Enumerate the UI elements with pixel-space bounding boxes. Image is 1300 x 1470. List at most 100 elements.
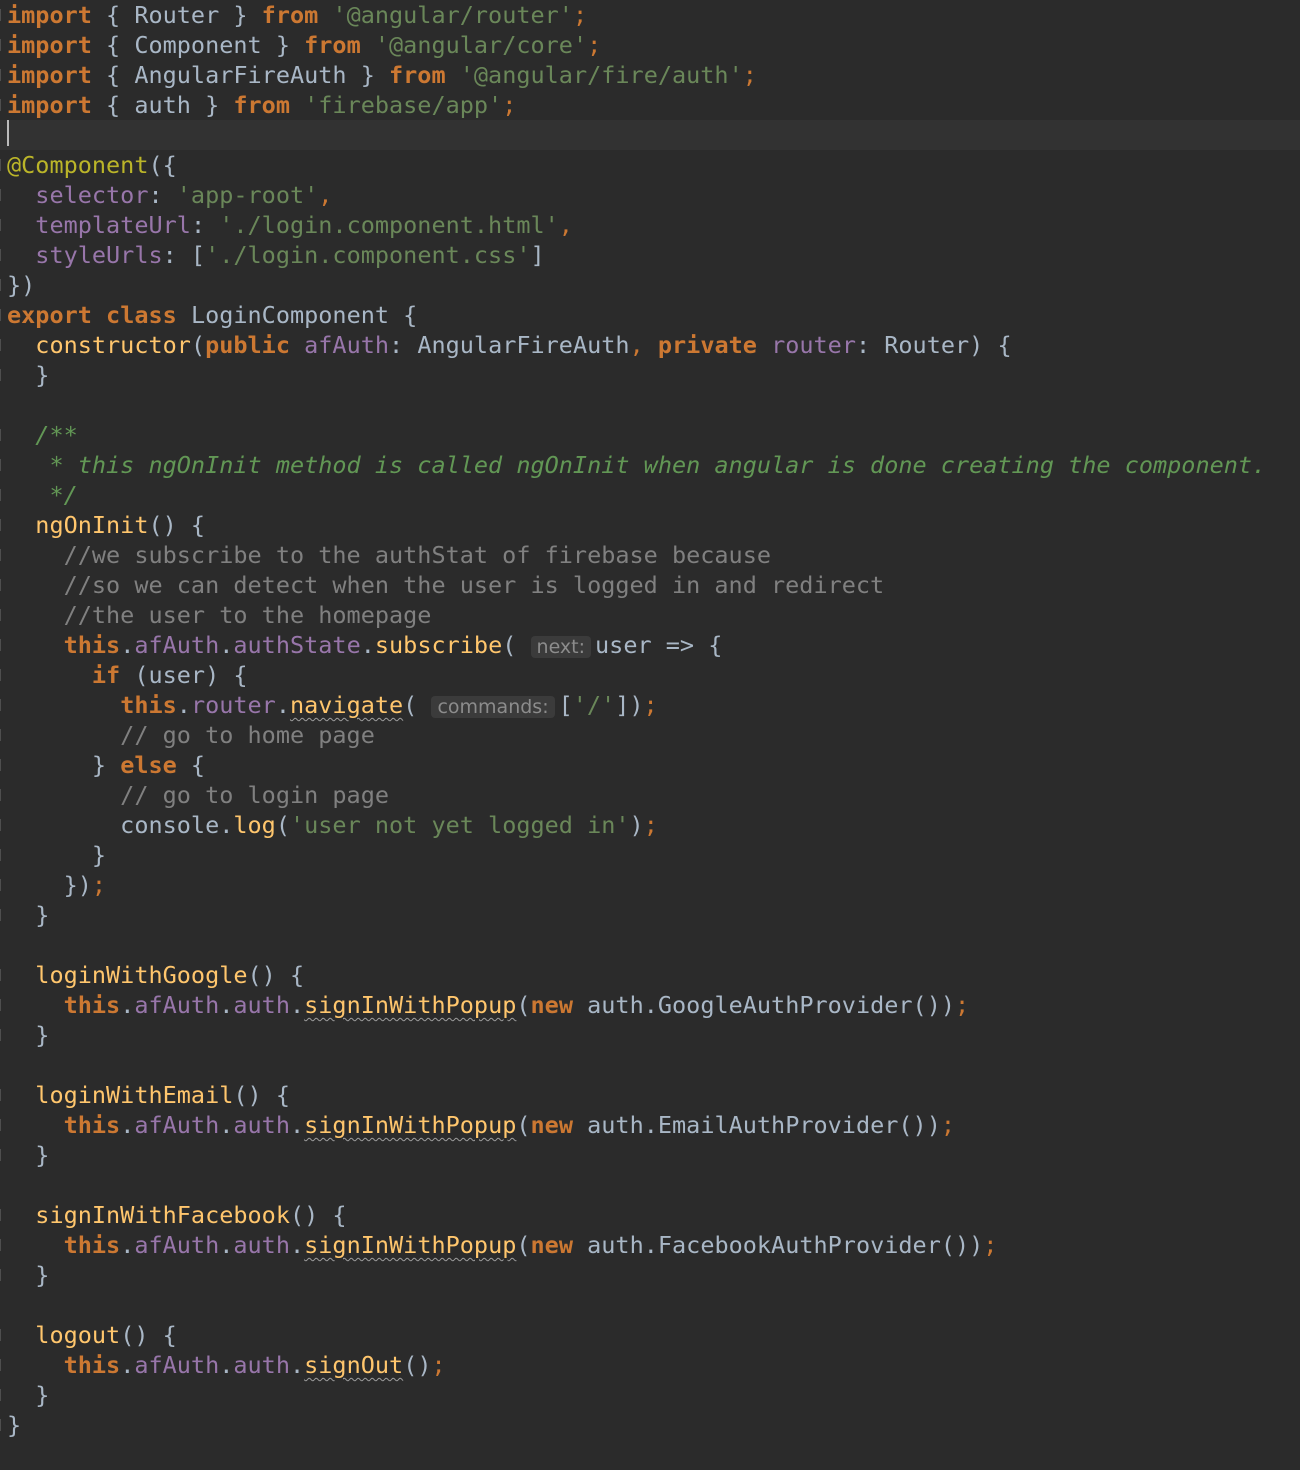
code-token: ,: [318, 181, 333, 209]
code-line[interactable]: loginWithGoogle() {: [0, 960, 1300, 990]
code-line[interactable]: }: [0, 900, 1300, 930]
code-line[interactable]: [0, 930, 1300, 960]
fold-marker[interactable]: [0, 909, 4, 921]
code-line[interactable]: }: [0, 360, 1300, 390]
fold-marker[interactable]: [0, 429, 4, 441]
fold-marker[interactable]: [0, 99, 4, 111]
fold-marker[interactable]: [0, 219, 4, 231]
code-line[interactable]: // go to home page: [0, 720, 1300, 750]
fold-marker[interactable]: [0, 309, 4, 321]
code-token: auth: [233, 1111, 290, 1139]
fold-marker[interactable]: [0, 1239, 4, 1251]
code-token: ;: [983, 1231, 998, 1259]
code-line[interactable]: });: [0, 870, 1300, 900]
code-line[interactable]: //the user to the homepage: [0, 600, 1300, 630]
code-line[interactable]: selector: 'app-root',: [0, 180, 1300, 210]
fold-marker[interactable]: [0, 1419, 4, 1431]
fold-marker[interactable]: [0, 669, 4, 681]
fold-marker[interactable]: [0, 1089, 4, 1101]
fold-marker[interactable]: [0, 1209, 4, 1221]
code-line[interactable]: [0, 1050, 1300, 1080]
code-line[interactable]: this.afAuth.auth.signInWithPopup(new aut…: [0, 1230, 1300, 1260]
fold-marker[interactable]: [0, 849, 4, 861]
code-line[interactable]: }: [0, 1140, 1300, 1170]
fold-marker[interactable]: [0, 1119, 4, 1131]
code-line[interactable]: import { auth } from 'firebase/app';: [0, 90, 1300, 120]
code-token: auth: [233, 991, 290, 1019]
code-line[interactable]: //we subscribe to the authStat of fireba…: [0, 540, 1300, 570]
code-line[interactable]: @Component({: [0, 150, 1300, 180]
fold-marker[interactable]: [0, 699, 4, 711]
code-line[interactable]: [0, 120, 1300, 150]
fold-marker[interactable]: [0, 459, 4, 471]
code-line[interactable]: import { Router } from '@angular/router'…: [0, 0, 1300, 30]
fold-marker[interactable]: [0, 789, 4, 801]
code-line[interactable]: import { AngularFireAuth } from '@angula…: [0, 60, 1300, 90]
code-line[interactable]: }: [0, 1020, 1300, 1050]
code-line[interactable]: // go to login page: [0, 780, 1300, 810]
code-line[interactable]: }: [0, 1380, 1300, 1410]
code-line[interactable]: [0, 1170, 1300, 1200]
fold-marker[interactable]: [0, 1329, 4, 1341]
fold-marker[interactable]: [0, 69, 4, 81]
fold-marker[interactable]: [0, 9, 4, 21]
code-line[interactable]: this.router.navigate( commands: ['/']);: [0, 690, 1300, 720]
fold-marker[interactable]: [0, 489, 4, 501]
fold-marker[interactable]: [0, 609, 4, 621]
fold-marker[interactable]: [0, 819, 4, 831]
code-line[interactable]: * this ngOnInit method is called ngOnIni…: [0, 450, 1300, 480]
fold-marker[interactable]: [0, 999, 4, 1011]
fold-marker[interactable]: [0, 1269, 4, 1281]
fold-marker[interactable]: [0, 1359, 4, 1371]
fold-marker[interactable]: [0, 189, 4, 201]
code-line[interactable]: //so we can detect when the user is logg…: [0, 570, 1300, 600]
fold-marker[interactable]: [0, 279, 4, 291]
fold-marker[interactable]: [0, 879, 4, 891]
code-line[interactable]: loginWithEmail() {: [0, 1080, 1300, 1110]
fold-marker[interactable]: [0, 549, 4, 561]
code-token: export: [7, 301, 92, 329]
code-line[interactable]: } else {: [0, 750, 1300, 780]
code-line[interactable]: this.afAuth.auth.signInWithPopup(new aut…: [0, 1110, 1300, 1140]
code-token: afAuth: [134, 991, 220, 1019]
fold-marker[interactable]: [0, 1029, 4, 1041]
fold-marker[interactable]: [0, 159, 4, 171]
fold-marker[interactable]: [0, 519, 4, 531]
fold-marker[interactable]: [0, 39, 4, 51]
code-line[interactable]: ngOnInit() {: [0, 510, 1300, 540]
code-line[interactable]: [0, 1290, 1300, 1320]
code-line[interactable]: /**: [0, 420, 1300, 450]
code-line[interactable]: export class LoginComponent {: [0, 300, 1300, 330]
fold-marker[interactable]: [0, 1149, 4, 1161]
fold-marker[interactable]: [0, 1389, 4, 1401]
code-line[interactable]: if (user) {: [0, 660, 1300, 690]
code-editor[interactable]: import { Router } from '@angular/router'…: [0, 0, 1300, 1470]
code-line[interactable]: templateUrl: './login.component.html',: [0, 210, 1300, 240]
code-line[interactable]: }: [0, 1260, 1300, 1290]
fold-marker[interactable]: [0, 249, 4, 261]
code-token: }: [7, 901, 50, 929]
code-line[interactable]: }: [0, 1410, 1300, 1440]
code-line[interactable]: this.afAuth.auth.signInWithPopup(new aut…: [0, 990, 1300, 1020]
code-line[interactable]: import { Component } from '@angular/core…: [0, 30, 1300, 60]
fold-marker[interactable]: [0, 579, 4, 591]
code-line[interactable]: }): [0, 270, 1300, 300]
code-line[interactable]: signInWithFacebook() {: [0, 1200, 1300, 1230]
code-line[interactable]: console.log('user not yet logged in');: [0, 810, 1300, 840]
fold-marker[interactable]: [0, 969, 4, 981]
code-line[interactable]: [0, 390, 1300, 420]
code-line[interactable]: styleUrls: ['./login.component.css']: [0, 240, 1300, 270]
fold-marker[interactable]: [0, 639, 4, 651]
code-line[interactable]: constructor(public afAuth: AngularFireAu…: [0, 330, 1300, 360]
fold-marker[interactable]: [0, 369, 4, 381]
code-line[interactable]: logout() {: [0, 1320, 1300, 1350]
code-token: navigate: [289, 691, 404, 719]
code-token: ({: [148, 151, 177, 179]
code-line[interactable]: this.afAuth.auth.signOut();: [0, 1350, 1300, 1380]
fold-marker[interactable]: [0, 729, 4, 741]
fold-marker[interactable]: [0, 339, 4, 351]
code-line[interactable]: */: [0, 480, 1300, 510]
code-line[interactable]: this.afAuth.authState.subscribe( next: us…: [0, 630, 1300, 660]
fold-marker[interactable]: [0, 759, 4, 771]
code-line[interactable]: }: [0, 840, 1300, 870]
